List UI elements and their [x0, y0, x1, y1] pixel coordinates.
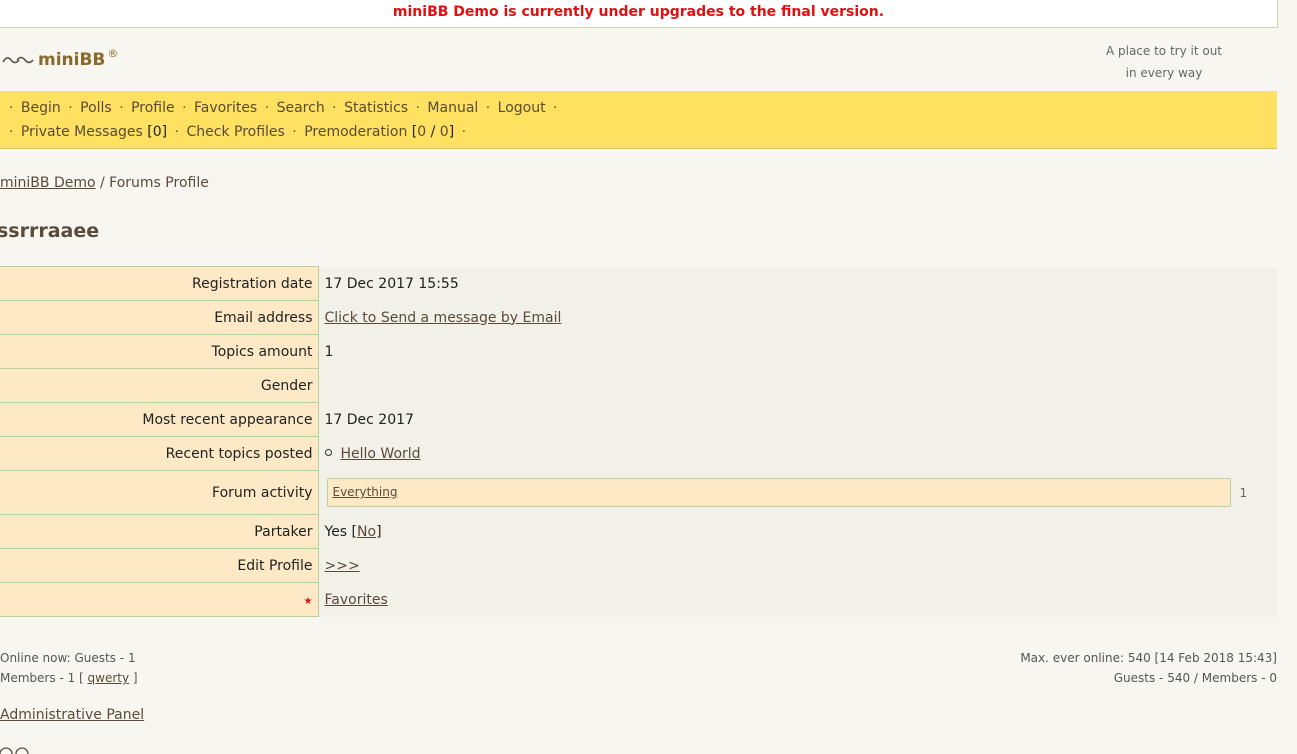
nav-check-profiles[interactable]: Check Profiles [187, 124, 285, 140]
pm-count: [0] [147, 124, 168, 140]
bullet-icon [324, 449, 332, 456]
premod-count-b[interactable]: 0 [440, 124, 449, 140]
nav-begin[interactable]: Begin [21, 100, 61, 116]
table-row: ★ Favorites [0, 582, 1278, 617]
edit-profile-link[interactable]: >>> [325, 558, 360, 574]
forum-activity-label: Forum activity [0, 470, 319, 515]
partaker-no-link[interactable]: No [357, 524, 376, 540]
star-icon: ★ [303, 595, 313, 607]
nav-row-2: · Private Messages [0] · Check Profiles … [6, 120, 469, 144]
tagline-line-1: A place to try it out [1105, 44, 1223, 58]
activity-bar: Everything [326, 478, 1231, 507]
nav-separator: · [68, 100, 73, 116]
nav-separator: · [292, 124, 297, 140]
recent-topic-link[interactable]: Hello World [341, 446, 421, 462]
nav-logout[interactable]: Logout [498, 100, 546, 116]
recent-topics-label: Recent topics posted [0, 436, 319, 471]
recent-topics-cell: Hello World [318, 436, 1278, 471]
premod-count-a[interactable]: 0 [417, 124, 426, 140]
table-row: Gender [0, 368, 1278, 403]
nav-separator: · [461, 124, 467, 140]
admin-panel-link[interactable]: Administrative Panel [0, 707, 144, 723]
activity-count: 1 [1239, 485, 1248, 500]
profile-username: ssrrraaee [0, 220, 100, 242]
max-breakdown: Guests - 540 / Members - 0 [1113, 671, 1277, 685]
recent-appearance-value: 17 Dec 2017 [318, 402, 1278, 437]
nav-favorites[interactable]: Favorites [194, 100, 257, 116]
favorites-cell: Favorites [318, 582, 1278, 617]
nav-separator: · [174, 124, 180, 140]
nav-separator: · [119, 100, 124, 116]
breadcrumb-current: Forums Profile [109, 175, 209, 191]
recent-appearance-label: Most recent appearance [0, 402, 319, 437]
registration-date-value: 17 Dec 2017 15:55 [318, 266, 1278, 301]
email-label: Email address [0, 300, 319, 335]
site-logo[interactable]: miniBB ® [2, 47, 118, 73]
breadcrumb-home-link[interactable]: miniBB Demo [0, 175, 96, 191]
wave-logo-icon [2, 56, 34, 64]
topics-amount-label: Topics amount [0, 334, 319, 369]
footer-logo-icon [0, 747, 29, 754]
premod-counts: [0 / 0] [411, 124, 455, 140]
nav-statistics[interactable]: Statistics [344, 100, 408, 116]
table-row: Registration date 17 Dec 2017 15:55 [0, 266, 1278, 301]
table-row: Email address Click to Send a message by… [0, 300, 1278, 335]
favorites-link[interactable]: Favorites [325, 592, 388, 608]
nav-separator: · [553, 100, 558, 116]
nav-search[interactable]: Search [277, 100, 325, 116]
profile-table: Registration date 17 Dec 2017 15:55 Emai… [0, 266, 1278, 617]
breadcrumb: miniBB Demo / Forums Profile [0, 175, 209, 191]
table-row: Recent topics posted Hello World [0, 436, 1278, 471]
pm-count-value: 0 [152, 124, 162, 140]
partaker-cell: Yes [No] [318, 514, 1278, 549]
table-row: Topics amount 1 [0, 334, 1278, 369]
upgrade-notice: miniBB Demo is currently under upgrades … [0, 0, 1278, 28]
send-email-link[interactable]: Click to Send a message by Email [325, 310, 562, 326]
tagline-line-2: in every way [1125, 66, 1203, 80]
nav-separator: · [415, 100, 420, 116]
nav-profile[interactable]: Profile [131, 100, 175, 116]
nav-manual[interactable]: Manual [427, 100, 478, 116]
nav-row-1: · Begin · Polls · Profile · Favorites · … [6, 96, 561, 120]
max-online-stats: Max. ever online: 540 [14 Feb 2018 15:43… [1020, 648, 1277, 688]
nav-private-messages[interactable]: Private Messages [21, 124, 143, 140]
nav-premoderation[interactable]: Premoderation [304, 124, 407, 140]
main-navigation: · Begin · Polls · Profile · Favorites · … [0, 91, 1277, 149]
table-row: Edit Profile >>> [0, 548, 1278, 583]
table-row: Forum activity Everything 1 [0, 470, 1278, 515]
email-cell: Click to Send a message by Email [318, 300, 1278, 335]
online-now: Online now: Guests - 1 [0, 651, 136, 665]
admin-panel: Administrative Panel [0, 707, 144, 723]
forum-activity-cell: Everything 1 [318, 470, 1278, 515]
partaker-label: Partaker [0, 514, 319, 549]
site-tagline: A place to try it out in every way [1060, 40, 1268, 84]
nav-polls[interactable]: Polls [80, 100, 112, 116]
nav-separator: · [182, 100, 187, 116]
table-row: Partaker Yes [No] [0, 514, 1278, 549]
members-suffix: ] [132, 671, 138, 685]
registration-date-label: Registration date [0, 266, 319, 301]
registered-mark: ® [107, 46, 119, 60]
nav-separator: · [9, 100, 14, 116]
nav-separator: · [9, 124, 14, 140]
favorites-label-cell: ★ [0, 582, 319, 617]
nav-separator: · [332, 100, 337, 116]
partaker-yes: Yes [324, 523, 348, 540]
activity-forum-link[interactable]: Everything [333, 485, 398, 499]
online-stats: Online now: Guests - 1 Members - 1 [ qwe… [0, 648, 138, 688]
gender-label: Gender [0, 368, 319, 403]
online-members: Members - 1 [ qwerty ] [0, 668, 138, 688]
logo-name: miniBB [38, 50, 106, 70]
nav-separator: · [264, 100, 270, 116]
gender-value [318, 368, 1278, 403]
members-prefix: Members - 1 [ [0, 671, 84, 685]
topics-amount-value: 1 [318, 334, 1278, 369]
member-link[interactable]: qwerty [88, 671, 130, 685]
breadcrumb-separator: / [100, 175, 105, 191]
nav-separator: · [485, 100, 491, 116]
table-row: Most recent appearance 17 Dec 2017 [0, 402, 1278, 437]
edit-profile-cell: >>> [318, 548, 1278, 583]
max-ever-online: Max. ever online: 540 [14 Feb 2018 15:43… [1020, 651, 1277, 665]
edit-profile-label: Edit Profile [0, 548, 319, 583]
